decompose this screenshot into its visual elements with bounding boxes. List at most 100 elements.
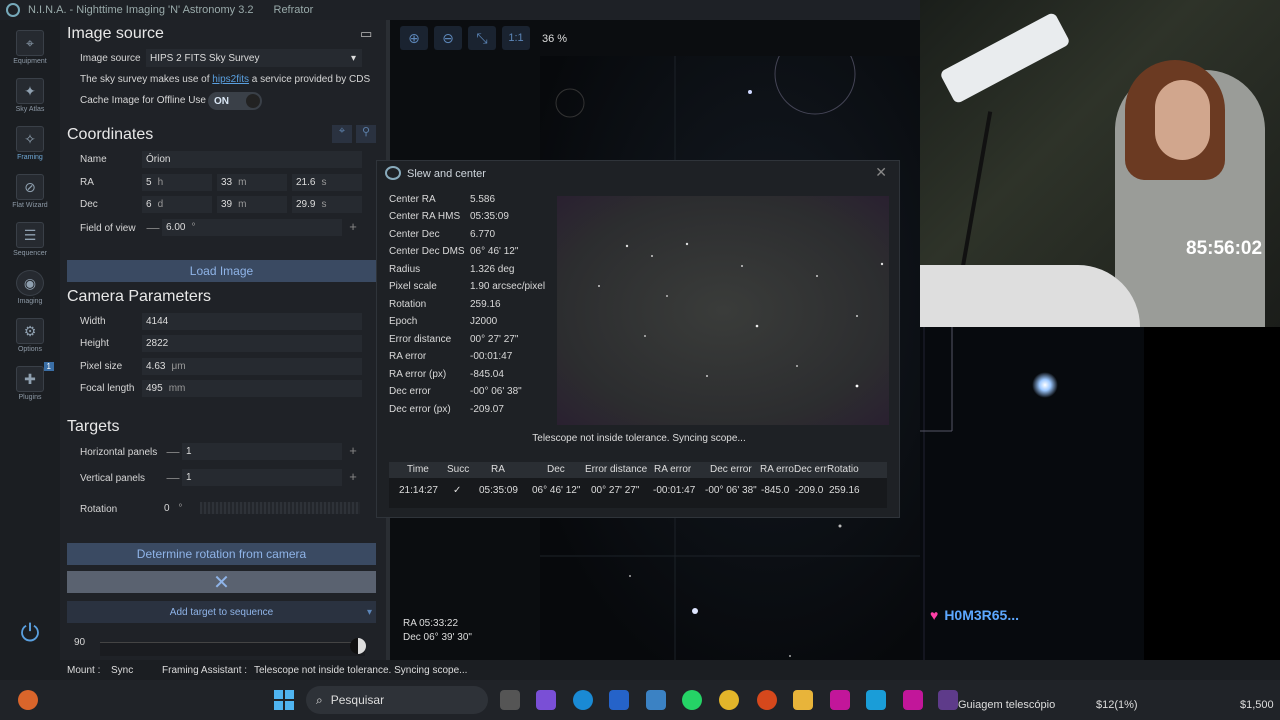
column-header[interactable]: RA erro — [760, 464, 796, 475]
cache-toggle[interactable]: ON — [208, 92, 262, 110]
file-explorer-icon[interactable] — [793, 690, 813, 710]
app-icon[interactable] — [938, 690, 958, 710]
add-target-button[interactable]: Add target to sequence ▾ — [67, 601, 376, 623]
opacity-slider[interactable] — [100, 642, 365, 656]
edge-icon[interactable] — [573, 690, 593, 710]
firefox-icon[interactable] — [18, 690, 38, 710]
power-icon[interactable]: ⏻ — [15, 620, 45, 650]
zoom-out-icon[interactable]: ⊖ — [434, 26, 462, 50]
plus-icon[interactable]: + — [346, 469, 360, 484]
name-input[interactable]: Órion — [142, 151, 362, 168]
sky-atlas-icon: ✦ — [16, 78, 44, 104]
column-header[interactable]: Error distance — [585, 464, 647, 475]
nav-flat-wizard[interactable]: ⊘ Flat Wizard — [0, 174, 60, 218]
nav-label: Options — [17, 346, 43, 353]
dec-degrees-input[interactable]: 6d — [142, 196, 212, 213]
table-cell: 00° 27' 27" — [591, 485, 640, 496]
chrome-icon[interactable] — [719, 690, 739, 710]
table-cell: -00:01:47 — [653, 485, 696, 496]
chevron-down-icon[interactable]: ▾ — [367, 607, 372, 618]
opera-icon[interactable] — [757, 690, 777, 710]
contrast-icon[interactable] — [350, 638, 366, 654]
target-icon[interactable]: ⌖ — [332, 125, 352, 143]
check-circle-icon: ✓ — [453, 485, 462, 496]
toggle-knob — [246, 94, 260, 108]
column-header[interactable]: Dec err — [794, 464, 830, 475]
nav-equipment[interactable]: ⌖ Equipment — [0, 30, 60, 74]
nav-sky-atlas[interactable]: ✦ Sky Atlas — [0, 78, 60, 122]
image-source-select[interactable]: HIPS 2 FITS Sky Survey ▾ — [146, 49, 362, 67]
hpanels-input[interactable]: 1 — [182, 443, 342, 460]
column-header[interactable]: Time — [407, 464, 429, 475]
pixel-size-input[interactable]: 4.63 μm — [142, 358, 362, 375]
load-image-button[interactable]: Load Image — [67, 260, 376, 282]
cache-label: Cache Image for Offline Use — [80, 95, 206, 106]
sky-toolbar: ⊕ ⊖ ⤡ 1:1 — [400, 26, 530, 50]
height-input[interactable]: 2822 — [142, 335, 362, 352]
column-header[interactable]: Rotatio — [827, 464, 867, 475]
focal-length-value: 495 — [146, 383, 163, 394]
minus-icon[interactable]: — — [146, 220, 160, 235]
app-icon[interactable] — [866, 690, 886, 710]
minus-icon[interactable]: — — [166, 444, 180, 459]
status-bar: Mount : Sync Framing Assistant : Telesco… — [0, 660, 1280, 680]
minus-icon[interactable]: — — [166, 470, 180, 485]
dec-seconds-input[interactable]: 29.9 s — [292, 196, 362, 213]
ra-seconds-input[interactable]: 21.6 s — [292, 174, 362, 191]
info-label: Dec error — [389, 386, 431, 397]
table-cell: 259.16 — [829, 485, 860, 496]
ra-hours-input[interactable]: 5h — [142, 174, 212, 191]
nav-framing[interactable]: ✧ Framing — [0, 126, 60, 170]
column-header[interactable]: Dec — [547, 464, 565, 475]
column-header[interactable]: RA — [491, 464, 505, 475]
vpanels-input[interactable]: 1 — [182, 469, 342, 486]
nav-plugins[interactable]: ✚ 1 Plugins — [0, 362, 60, 410]
info-value: 00° 27' 27" — [470, 334, 519, 345]
task-view-icon[interactable] — [500, 690, 520, 710]
manual-icon[interactable]: ▭ — [360, 26, 372, 42]
app-title: N.I.N.A. - Nighttime Imaging 'N' Astrono… — [28, 4, 254, 16]
windows-start-icon[interactable] — [274, 690, 294, 710]
ra-minutes-input[interactable]: 33 m — [217, 174, 287, 191]
fit-to-screen-icon[interactable]: ⤡ — [468, 26, 496, 50]
store-icon[interactable] — [609, 690, 629, 710]
rotation-slider[interactable] — [200, 502, 360, 514]
ticker-value: $1,500 — [1240, 699, 1274, 711]
nav-options[interactable]: ⚙ Options — [0, 318, 60, 362]
info-value: 1.326 deg — [470, 264, 515, 275]
cancel-button[interactable]: ✕ — [67, 571, 376, 594]
column-header[interactable]: Dec error — [710, 464, 752, 475]
info-value: 06° 46' 12" — [470, 246, 519, 257]
app-icon[interactable] — [830, 690, 850, 710]
rotation-value[interactable]: 0 ° — [164, 503, 182, 514]
dec-minutes-input[interactable]: 39 m — [217, 196, 287, 213]
taskbar-search[interactable]: ⌕ Pesquisar — [306, 686, 488, 714]
fov-input[interactable]: 6.00 ° — [162, 219, 342, 236]
unit: mm — [168, 383, 186, 394]
width-input[interactable]: 4144 — [142, 313, 362, 330]
unit: m — [238, 199, 247, 210]
nav-sequencer[interactable]: ☰ Sequencer — [0, 222, 60, 266]
app-icon[interactable] — [903, 690, 923, 710]
whatsapp-icon[interactable] — [682, 690, 702, 710]
plus-icon[interactable]: + — [346, 219, 360, 234]
focal-length-input[interactable]: 495 mm — [142, 380, 362, 397]
unit: m — [238, 177, 247, 188]
title-bar: N.I.N.A. - Nighttime Imaging 'N' Astrono… — [0, 0, 920, 20]
info-label: Dec error (px) — [389, 404, 451, 415]
column-header[interactable]: RA error — [654, 464, 691, 475]
hips2fits-link[interactable]: hips2fits — [212, 74, 249, 85]
zoom-in-icon[interactable]: ⊕ — [400, 26, 428, 50]
taskbar-window-label[interactable]: Guiagem telescópio — [958, 699, 1055, 711]
close-icon[interactable]: ✕ — [875, 164, 887, 181]
copilot-icon[interactable] — [536, 690, 556, 710]
zoom-1to1-button[interactable]: 1:1 — [502, 26, 530, 50]
table-header: Time Succ RA Dec Error distance RA error… — [389, 462, 887, 478]
determine-rotation-button[interactable]: Determine rotation from camera — [67, 543, 376, 565]
info-value: 05:35:09 — [470, 211, 509, 222]
app-icon[interactable] — [646, 690, 666, 710]
location-pin-icon[interactable]: ⚲ — [356, 125, 376, 143]
plus-icon[interactable]: + — [346, 443, 360, 458]
column-header[interactable]: Succ — [447, 464, 471, 475]
nav-imaging[interactable]: ◉ Imaging — [0, 270, 60, 314]
